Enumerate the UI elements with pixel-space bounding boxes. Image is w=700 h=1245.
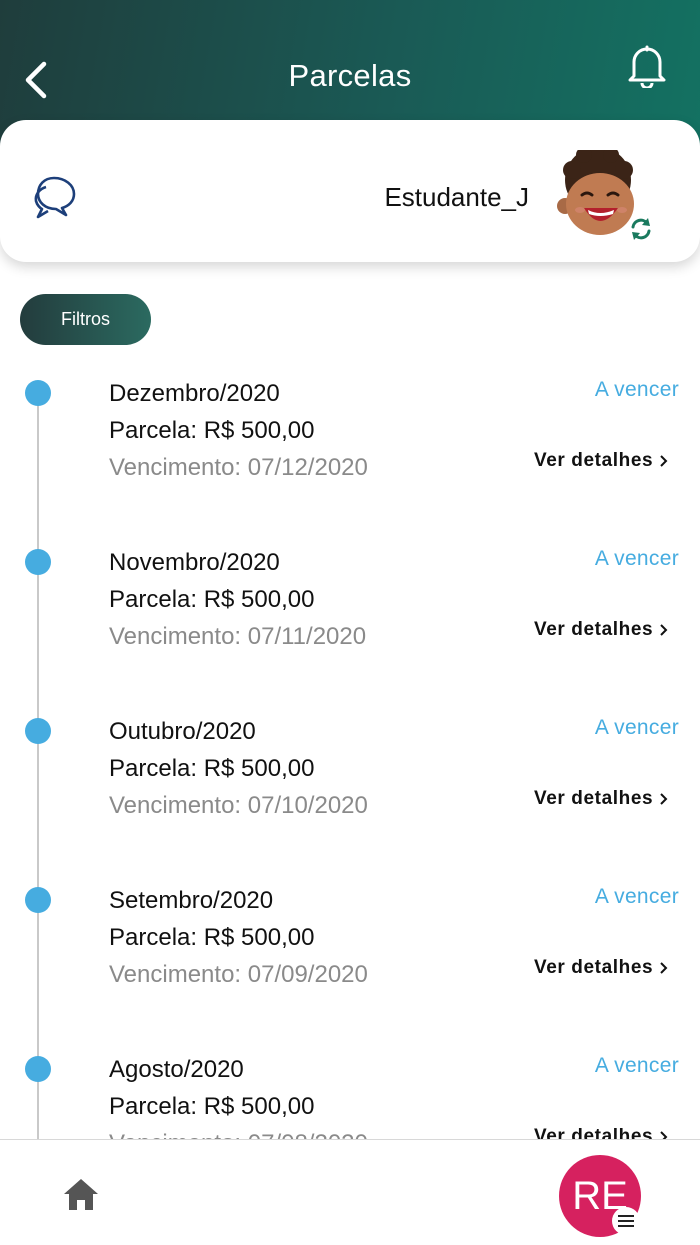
installment-amount: Parcela: R$ 500,00 bbox=[109, 417, 315, 444]
view-details-label: Ver detalhes bbox=[534, 788, 654, 809]
student-name: Estudante_J bbox=[384, 182, 529, 212]
installment-due-date: Vencimento: 07/11/2020 bbox=[109, 623, 367, 650]
chat-bubbles-icon bbox=[34, 176, 76, 219]
bell-icon bbox=[628, 45, 666, 90]
timeline-dot bbox=[25, 887, 51, 913]
installment-due-date: Vencimento: 07/09/2020 bbox=[109, 961, 368, 988]
installment-amount: Parcela: R$ 500,00 bbox=[109, 586, 315, 613]
home-icon bbox=[64, 1179, 98, 1210]
chevron-right-icon bbox=[660, 455, 668, 467]
installment-status: A vencer bbox=[594, 716, 679, 739]
chevron-right-icon bbox=[660, 793, 668, 805]
bottom-navigation: RE bbox=[0, 1139, 700, 1245]
view-details-label: Ver detalhes bbox=[534, 619, 654, 640]
chevron-right-icon bbox=[660, 962, 668, 974]
installment-item: Setembro/2020 Parcela: R$ 500,00 Vencime… bbox=[0, 885, 700, 1047]
installment-month: Setembro/2020 bbox=[109, 887, 274, 914]
installment-month: Dezembro/2020 bbox=[109, 380, 280, 407]
view-details-link[interactable]: Ver detalhes bbox=[534, 619, 669, 641]
installment-due-date: Vencimento: 07/10/2020 bbox=[109, 792, 368, 819]
view-details-link[interactable]: Ver detalhes bbox=[534, 450, 669, 472]
chevron-right-icon bbox=[660, 624, 668, 636]
filters-button[interactable]: Filtros bbox=[20, 294, 151, 345]
timeline-dot bbox=[25, 1056, 51, 1082]
installment-month: Outubro/2020 bbox=[109, 718, 256, 745]
chat-button[interactable] bbox=[32, 172, 82, 222]
timeline-dot bbox=[25, 380, 51, 406]
installment-status: A vencer bbox=[594, 378, 679, 401]
installment-month: Agosto/2020 bbox=[109, 1056, 244, 1083]
notifications-button[interactable] bbox=[624, 44, 670, 90]
home-button[interactable] bbox=[62, 1176, 100, 1214]
installment-item: Outubro/2020 Parcela: R$ 500,00 Vencimen… bbox=[0, 716, 700, 878]
view-details-label: Ver detalhes bbox=[534, 450, 654, 471]
installment-amount: Parcela: R$ 500,00 bbox=[109, 1093, 315, 1120]
menu-icon[interactable] bbox=[612, 1207, 640, 1235]
timeline-dot bbox=[25, 549, 51, 575]
view-details-link[interactable]: Ver detalhes bbox=[534, 788, 669, 810]
installment-item: Novembro/2020 Parcela: R$ 500,00 Vencime… bbox=[0, 547, 700, 709]
timeline-dot bbox=[25, 718, 51, 744]
switch-profile-icon[interactable] bbox=[626, 214, 656, 244]
installment-status: A vencer bbox=[594, 1054, 679, 1077]
installment-item: Dezembro/2020 Parcela: R$ 500,00 Vencime… bbox=[0, 378, 700, 540]
installment-amount: Parcela: R$ 500,00 bbox=[109, 755, 315, 782]
installment-due-date: Vencimento: 07/12/2020 bbox=[109, 454, 368, 481]
page-title: Parcelas bbox=[288, 58, 412, 93]
installment-amount: Parcela: R$ 500,00 bbox=[109, 924, 315, 951]
installment-status: A vencer bbox=[594, 885, 679, 908]
installment-month: Novembro/2020 bbox=[109, 549, 280, 576]
installment-status: A vencer bbox=[594, 547, 679, 570]
view-details-label: Ver detalhes bbox=[534, 957, 654, 978]
profile-card: Estudante_J bbox=[0, 120, 700, 262]
view-details-link[interactable]: Ver detalhes bbox=[534, 957, 669, 979]
